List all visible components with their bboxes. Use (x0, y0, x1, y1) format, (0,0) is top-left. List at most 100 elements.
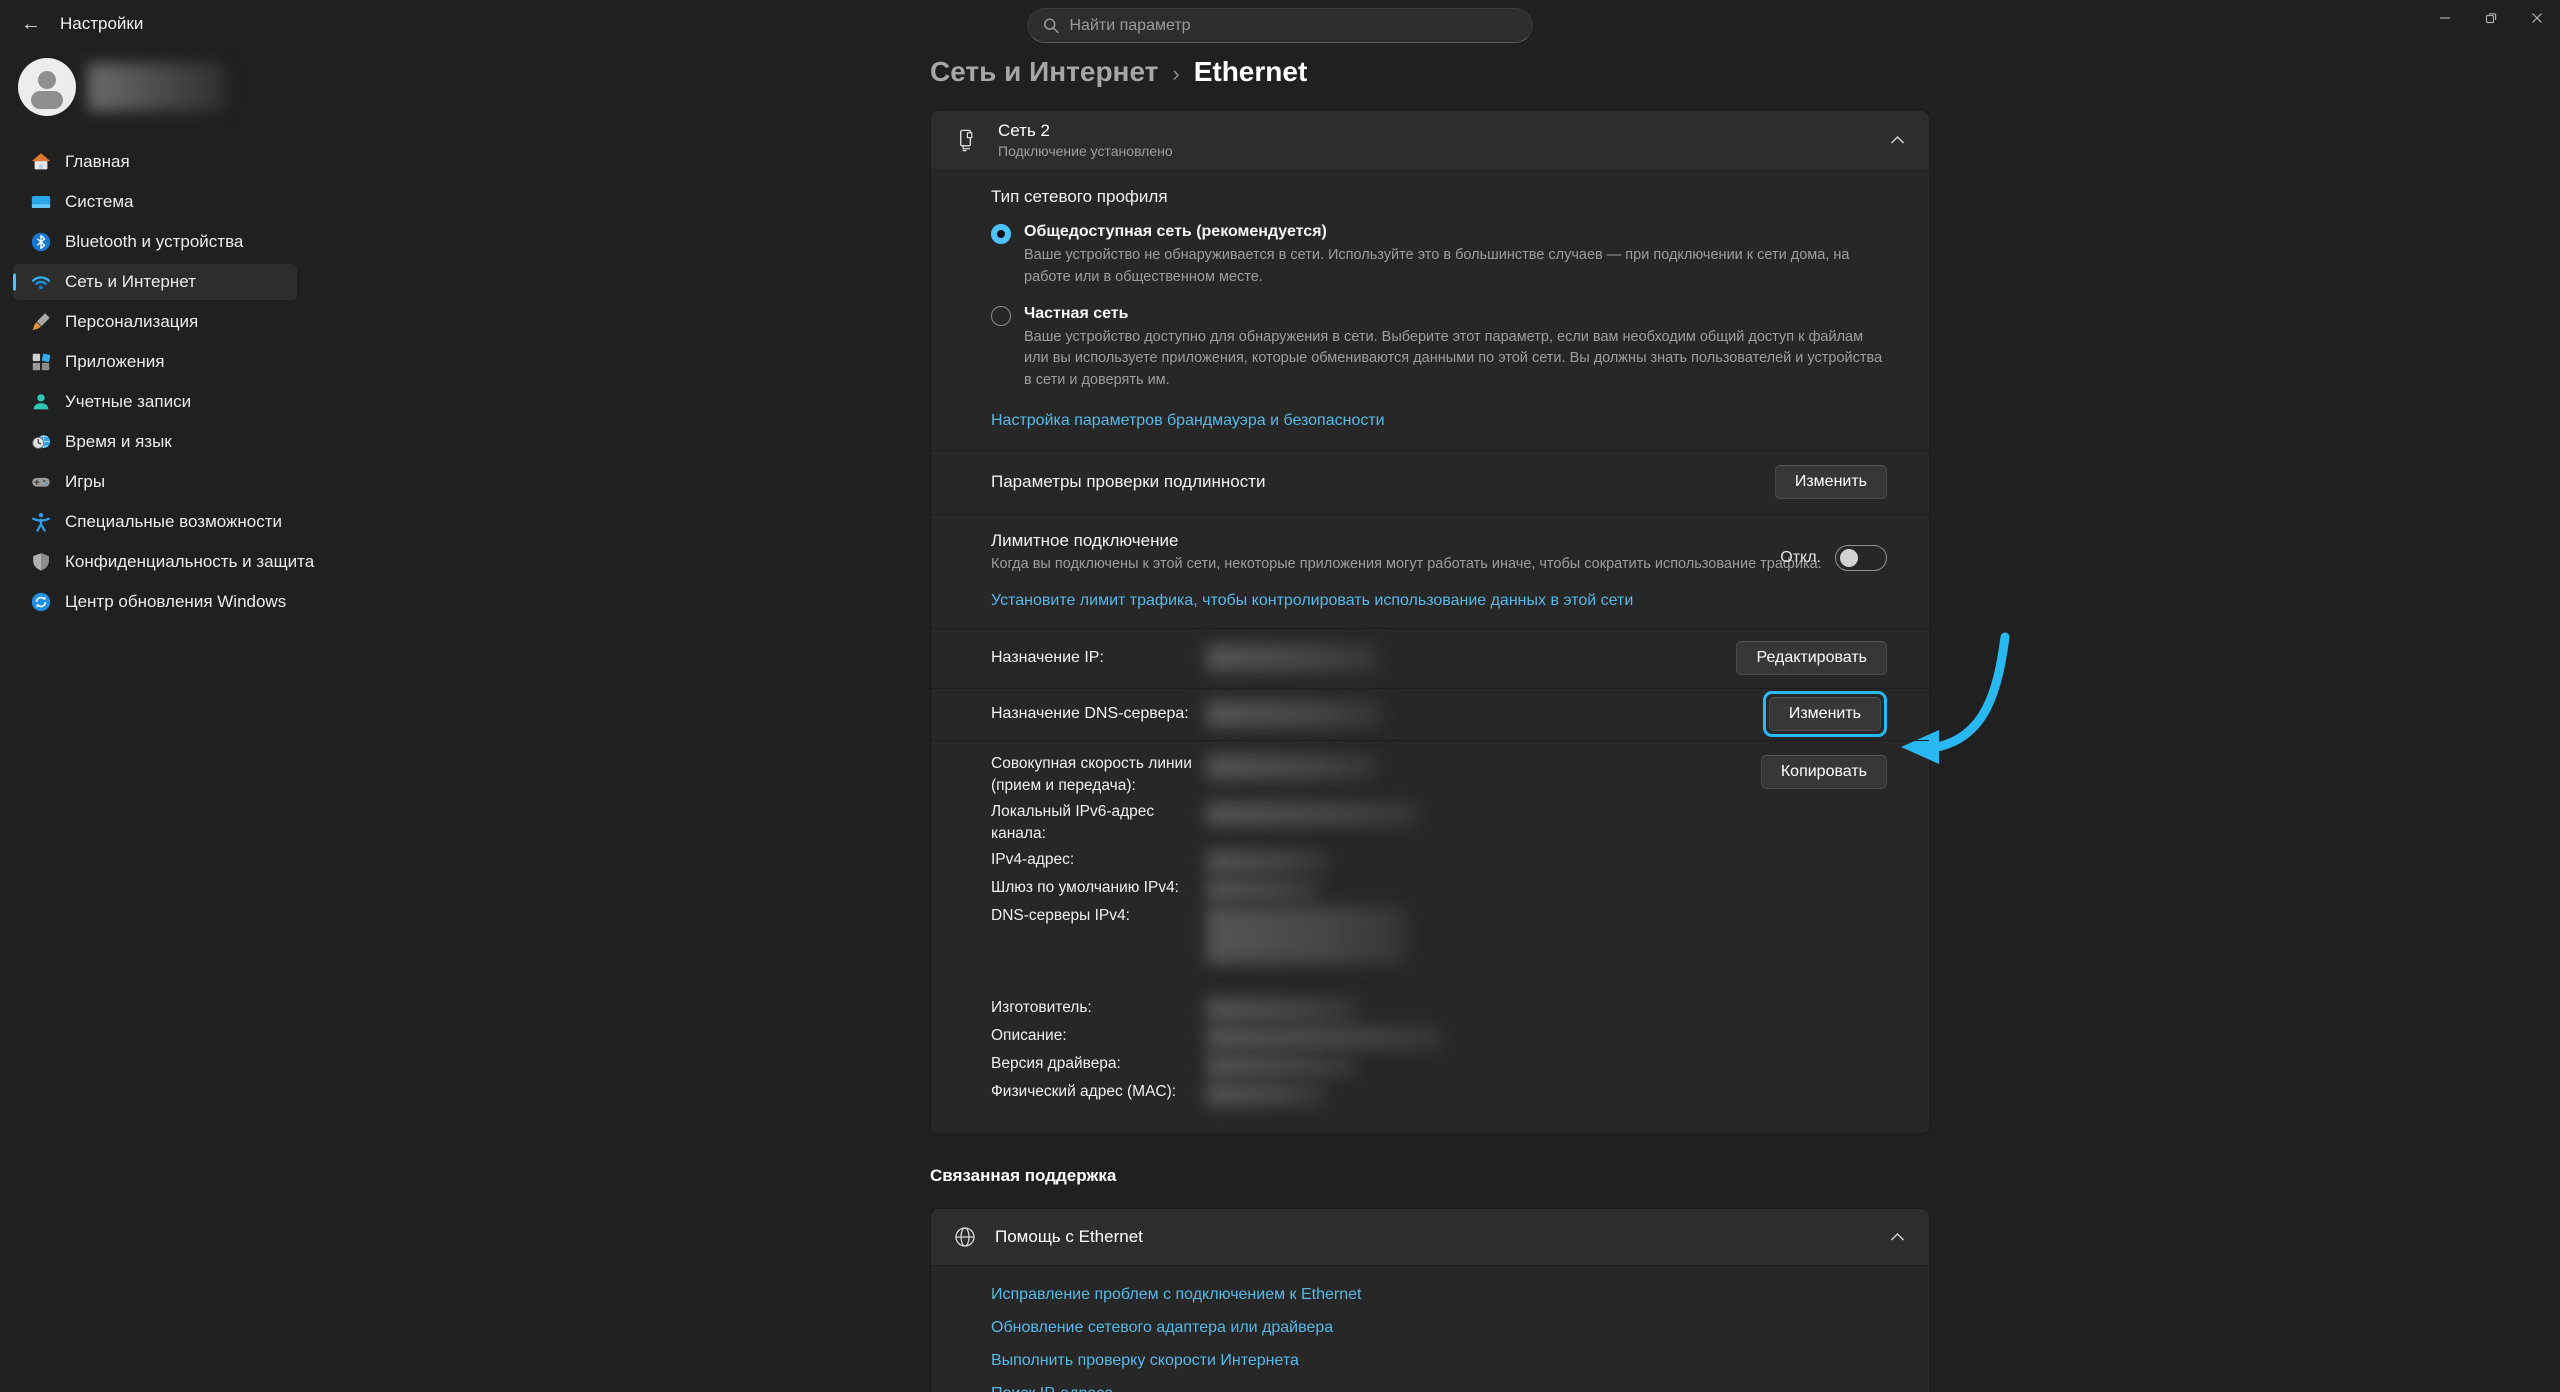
ethernet-icon (953, 127, 980, 154)
metered-label: Лимитное подключение (991, 531, 1887, 551)
back-arrow-icon: ← (21, 13, 41, 36)
authentication-row: Параметры проверки подлинности Изменить (931, 450, 1929, 514)
support-links: Исправление проблем с подключением к Eth… (931, 1265, 1929, 1392)
property-label: Физический адрес (MAC): (991, 1081, 1206, 1106)
sidebar-item-label: Bluetooth и устройства (65, 232, 243, 252)
ip-edit-button[interactable]: Редактировать (1736, 641, 1887, 675)
page-title: Ethernet (1194, 56, 1308, 88)
sidebar-item-windows-update[interactable]: Центр обновления Windows (13, 584, 297, 620)
annotation-highlight-ring: Изменить (1763, 691, 1887, 737)
property-row: DNS-серверы IPv4: (991, 905, 1887, 964)
data-limit-link[interactable]: Установите лимит трафика, чтобы контроли… (991, 592, 1633, 610)
property-label: Изготовитель: (991, 997, 1206, 1022)
firewall-settings-link[interactable]: Настройка параметров брандмауэра и безоп… (991, 412, 1385, 430)
sidebar-item-label: Центр обновления Windows (65, 592, 286, 612)
dns-edit-button[interactable]: Изменить (1769, 697, 1881, 731)
property-label: IPv4-адрес: (991, 849, 1206, 874)
radio-private-label[interactable]: Частная сеть (1024, 305, 1887, 323)
windows-update-icon (29, 591, 52, 614)
apps-icon (29, 351, 52, 374)
sidebar-nav: Главная Система Bluetooth и устройства (13, 144, 297, 624)
radio-public[interactable] (991, 224, 1011, 244)
network-name: Сеть 2 (998, 121, 1890, 141)
property-value-redacted (1206, 850, 1328, 874)
radio-private-description: Ваше устройство доступно для обнаружения… (1024, 327, 1887, 392)
home-icon (29, 151, 52, 174)
property-label: DNS-серверы IPv4: (991, 905, 1206, 964)
radio-option-public: Общедоступная сеть (рекомендуется) Ваше … (991, 223, 1887, 289)
sidebar-item-label: Персонализация (65, 312, 198, 332)
user-profile[interactable] (18, 58, 300, 116)
property-row: Версия драйвера: (991, 1053, 1887, 1078)
sidebar-item-system[interactable]: Система (13, 184, 297, 220)
support-link-find-ip[interactable]: Поиск IP-адреса (991, 1385, 1887, 1392)
sidebar-item-label: Время и язык (65, 432, 172, 452)
sidebar-item-label: Приложения (65, 352, 164, 372)
property-value-redacted (1206, 802, 1418, 826)
sidebar-item-time-language[interactable]: Время и язык (13, 424, 297, 460)
sidebar-item-accounts[interactable]: Учетные записи (13, 384, 297, 420)
property-row: Физический адрес (MAC): (991, 1081, 1887, 1106)
ip-assignment-row: Назначение IP: Редактировать (931, 628, 1929, 688)
sidebar-item-apps[interactable]: Приложения (13, 344, 297, 380)
shield-icon (29, 551, 52, 574)
app-title: Настройки (60, 14, 143, 34)
sidebar-item-label: Игры (65, 472, 105, 492)
property-value-redacted (1206, 1082, 1326, 1106)
network-card: Сеть 2 Подключение установлено Тип сетев… (930, 110, 1930, 1134)
support-card-header[interactable]: Помощь с Ethernet (931, 1209, 1929, 1265)
sidebar-item-home[interactable]: Главная (13, 144, 297, 180)
chevron-up-icon (1890, 1232, 1905, 1242)
profile-section-label: Тип сетевого профиля (991, 187, 1887, 207)
copy-button[interactable]: Копировать (1761, 755, 1887, 789)
radio-option-private: Частная сеть Ваше устройство доступно дл… (991, 305, 1887, 392)
globe-help-icon (953, 1225, 977, 1249)
property-value-redacted (1206, 1054, 1356, 1078)
property-value-redacted (1206, 906, 1406, 964)
sidebar-item-bluetooth[interactable]: Bluetooth и устройства (13, 224, 297, 260)
sidebar-item-privacy[interactable]: Конфиденциальность и защита (13, 544, 297, 580)
metered-toggle[interactable] (1835, 545, 1887, 571)
ip-assignment-value-redacted (1206, 644, 1378, 672)
sidebar-item-accessibility[interactable]: Специальные возможности (13, 504, 297, 540)
accessibility-icon (29, 511, 52, 534)
property-label: Версия драйвера: (991, 1053, 1206, 1078)
authentication-edit-button[interactable]: Изменить (1775, 465, 1887, 499)
ip-assignment-label: Назначение IP: (991, 649, 1206, 667)
wifi-icon (29, 271, 52, 294)
dns-assignment-row: Назначение DNS-сервера: Изменить (931, 688, 1929, 740)
back-button[interactable]: ← (14, 9, 48, 39)
network-card-header[interactable]: Сеть 2 Подключение установлено (931, 111, 1929, 169)
sidebar: Главная Система Bluetooth и устройства (0, 48, 300, 1392)
sidebar-item-network[interactable]: Сеть и Интернет (13, 264, 297, 300)
dns-assignment-value-redacted (1206, 700, 1381, 728)
property-row: Совокупная скорость линии (прием и перед… (991, 753, 1887, 798)
radio-public-description: Ваше устройство не обнаруживается в сети… (1024, 245, 1887, 289)
breadcrumb-parent[interactable]: Сеть и Интернет (930, 56, 1158, 88)
sidebar-item-label: Специальные возможности (65, 512, 282, 532)
sidebar-item-label: Учетные записи (65, 392, 191, 412)
sidebar-item-personalization[interactable]: Персонализация (13, 304, 297, 340)
property-row: Изготовитель: (991, 997, 1887, 1022)
sidebar-item-games[interactable]: Игры (13, 464, 297, 500)
network-profile-section: Тип сетевого профиля Общедоступная сеть … (931, 169, 1929, 450)
property-label: Совокупная скорость линии (прием и перед… (991, 753, 1206, 798)
support-link-update-adapter[interactable]: Обновление сетевого адаптера или драйвер… (991, 1319, 1887, 1337)
radio-private[interactable] (991, 306, 1011, 326)
network-status: Подключение установлено (998, 143, 1890, 159)
support-link-troubleshoot[interactable]: Исправление проблем с подключением к Eth… (991, 1286, 1887, 1304)
brush-icon (29, 311, 52, 334)
sidebar-item-label: Система (65, 192, 133, 212)
toggle-knob (1840, 549, 1858, 567)
property-value-redacted (1206, 878, 1322, 902)
property-label: Описание: (991, 1025, 1206, 1050)
gamepad-icon (29, 471, 52, 494)
property-row: Локальный IPv6-адрес канала: (991, 801, 1887, 846)
property-value-redacted (1206, 1026, 1442, 1050)
breadcrumb: Сеть и Интернет › Ethernet (930, 56, 1930, 88)
authentication-label: Параметры проверки подлинности (991, 472, 1266, 492)
support-link-speed-test[interactable]: Выполнить проверку скорости Интернета (991, 1352, 1887, 1370)
property-label: Локальный IPv6-адрес канала: (991, 801, 1206, 846)
sidebar-item-label: Главная (65, 152, 130, 172)
radio-public-label[interactable]: Общедоступная сеть (рекомендуется) (1024, 223, 1887, 241)
